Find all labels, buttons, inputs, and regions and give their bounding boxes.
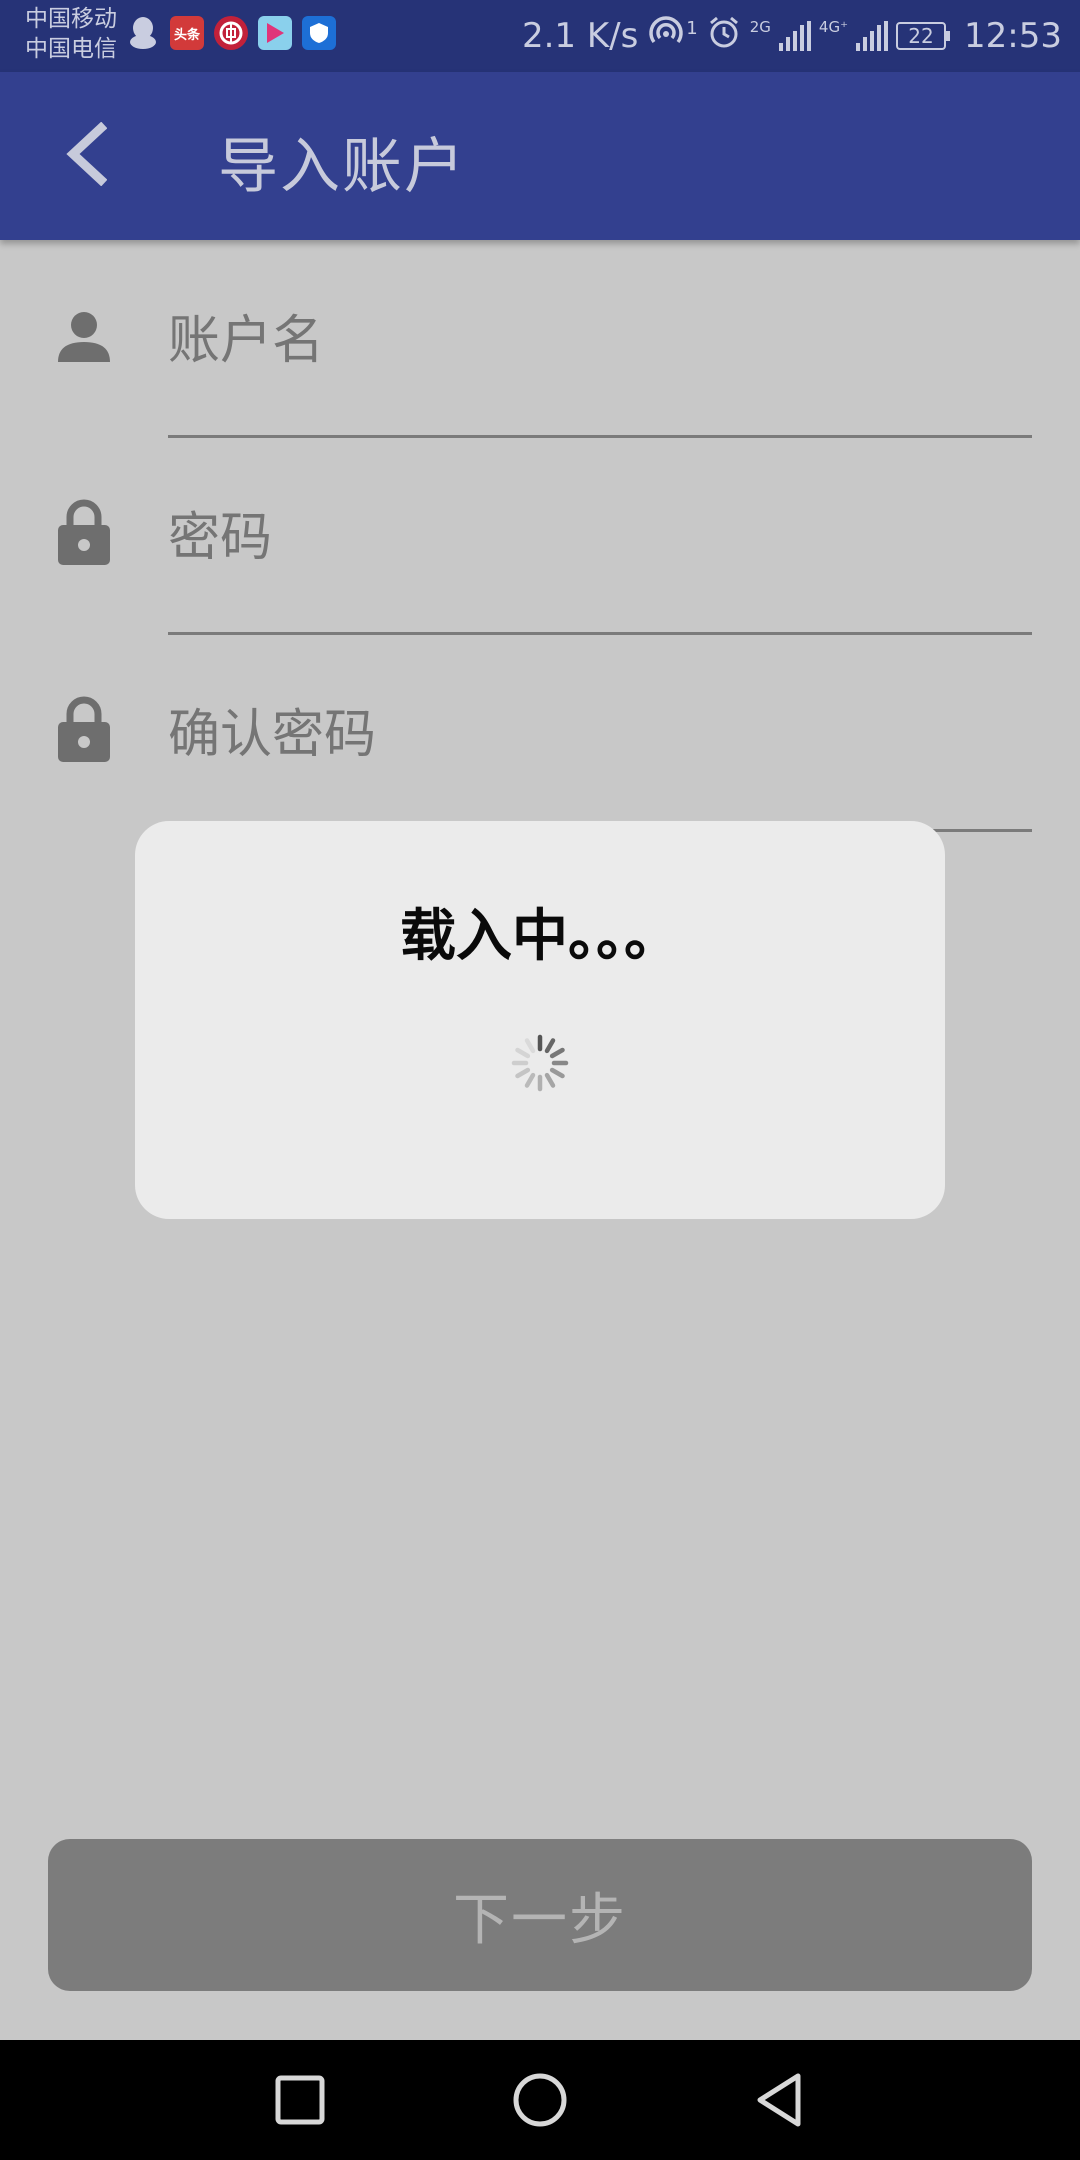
account-field-row	[0, 240, 1080, 438]
chevron-left-icon	[63, 121, 108, 190]
battery-level: 22	[908, 24, 934, 48]
hotspot-icon	[646, 14, 686, 59]
lock-icon	[56, 696, 112, 762]
loading-spinner-icon	[511, 1034, 569, 1092]
hotspot-count: 1	[686, 17, 698, 39]
triangle-back-icon	[757, 2073, 801, 2127]
loading-message: 载入中。。。	[400, 904, 680, 969]
next-step-label: 下一步	[453, 1887, 627, 1953]
status-right: 2.1 K/s 1 2G 4G⁺ 22 12:53	[522, 0, 1062, 72]
back-button[interactable]	[40, 116, 130, 196]
carrier-info: 中国移动 中国电信	[25, 4, 117, 64]
password-input[interactable]	[168, 503, 1032, 573]
next-step-button[interactable]: 下一步	[48, 1839, 1032, 1991]
net-speed: 2.1 K/s	[521, 16, 639, 56]
lock-icon	[56, 499, 112, 565]
recents-button[interactable]	[270, 2070, 330, 2130]
circle-icon	[513, 2073, 567, 2127]
battery-icon: 22	[896, 22, 951, 50]
signal-2-icon	[856, 21, 889, 51]
confirm-password-input[interactable]	[168, 700, 1032, 770]
password-field-row	[0, 437, 1080, 635]
carrier-1: 中国移动	[25, 6, 117, 32]
signal-1-label: 2G	[749, 18, 771, 36]
carrier-2: 中国电信	[25, 36, 117, 62]
back-nav-button[interactable]	[750, 2070, 810, 2130]
navigation-bar	[0, 2040, 1080, 2160]
person-icon	[56, 308, 112, 372]
video-app-icon	[258, 16, 292, 50]
shield-app-icon	[302, 16, 336, 50]
home-button[interactable]	[510, 2070, 570, 2130]
toutiao-icon: 头条	[170, 16, 204, 50]
bank-icon	[214, 16, 248, 50]
qq-icon	[126, 16, 160, 50]
clock: 12:53	[964, 16, 1062, 56]
square-icon	[275, 2075, 325, 2125]
loading-dialog: 载入中。。。	[135, 821, 945, 1219]
signal-2-label: 4G⁺	[818, 18, 849, 36]
app-bar: 导入账户	[0, 72, 1080, 240]
page-title: 导入账户	[218, 132, 466, 202]
signal-1-icon	[778, 21, 811, 51]
account-name-input[interactable]	[168, 306, 1032, 376]
status-bar: 中国移动 中国电信 头条 2.1 K/s 1 2G 4G⁺ 22 12:53	[0, 0, 1080, 72]
notification-icons: 头条	[126, 16, 336, 50]
confirm-password-field-row	[0, 634, 1080, 832]
alarm-icon	[706, 14, 742, 59]
